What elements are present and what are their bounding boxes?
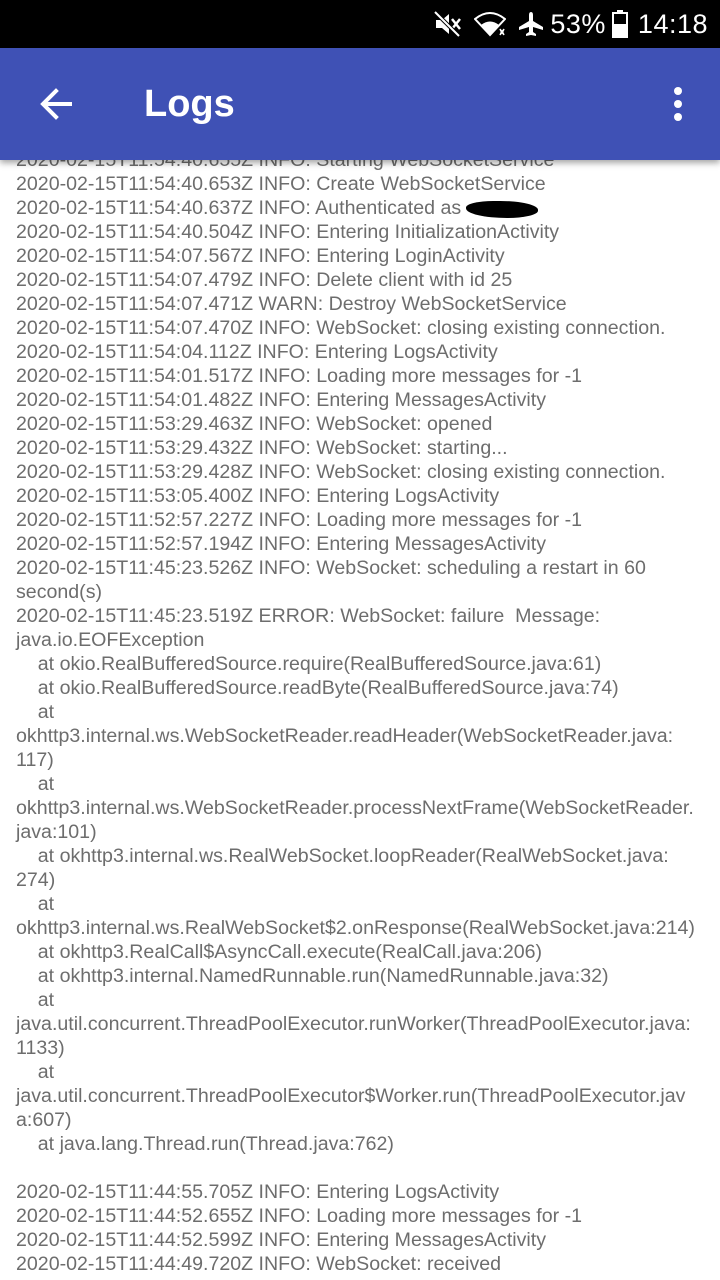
log-scroll-area[interactable]: 2020-02-15T11:54:40.655Z INFO: Starting … <box>0 160 720 1280</box>
status-bar: 53% 14:18 <box>0 0 720 48</box>
airplane-icon <box>518 11 544 37</box>
more-vertical-icon <box>674 87 682 121</box>
back-button[interactable] <box>24 76 88 132</box>
log-text: 2020-02-15T11:54:40.655Z INFO: Starting … <box>16 160 695 1275</box>
battery-icon <box>611 10 628 38</box>
status-time: 14:18 <box>637 8 708 39</box>
battery-percent: 53% <box>550 8 606 39</box>
arrow-left-icon <box>40 88 72 120</box>
page-title: Logs <box>144 83 235 125</box>
more-options-button[interactable] <box>650 76 706 132</box>
app-bar: Logs <box>0 48 720 160</box>
wifi-icon <box>474 11 507 37</box>
mute-icon <box>434 11 462 37</box>
